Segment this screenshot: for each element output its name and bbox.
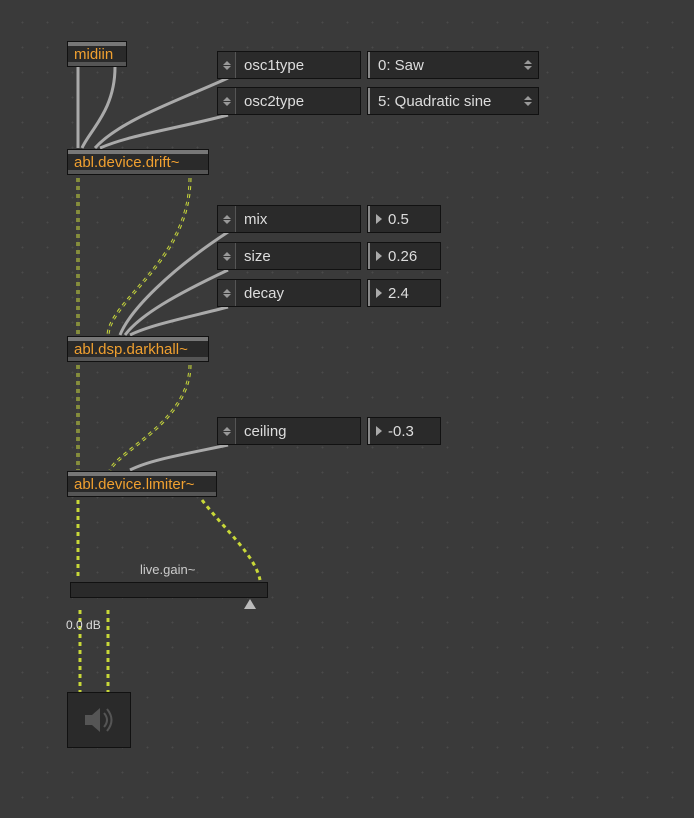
value-osc1type[interactable]: 0: Saw <box>368 52 538 78</box>
attr-osc2type[interactable]: osc2type <box>218 88 360 114</box>
gain-readout: 0.0 dB <box>66 618 101 632</box>
dropdown-icon <box>524 96 532 106</box>
value-text: 0.26 <box>388 248 427 265</box>
dropdown-icon <box>524 60 532 70</box>
speaker-icon <box>82 705 116 735</box>
attr-size[interactable]: size <box>218 243 360 269</box>
value-text: 5: Quadratic sine <box>378 93 491 110</box>
triangle-icon <box>376 251 382 261</box>
triangle-icon <box>376 426 382 436</box>
attr-osc1type[interactable]: osc1type <box>218 52 360 78</box>
limiter-object[interactable]: abl.device.limiter~ <box>68 472 216 496</box>
drift-object[interactable]: abl.device.drift~ <box>68 150 208 174</box>
value-text: 2.4 <box>388 285 419 302</box>
dac-object[interactable] <box>68 693 130 747</box>
attr-label: decay <box>236 280 336 306</box>
attr-label: size <box>236 243 336 269</box>
attr-label: osc1type <box>236 52 336 78</box>
triangle-icon <box>376 288 382 298</box>
live-gain-label: live.gain~ <box>140 562 195 577</box>
midiin-object[interactable]: midiin <box>68 42 126 66</box>
object-label: midiin <box>74 46 113 63</box>
value-decay[interactable]: 2.4 <box>368 280 440 306</box>
value-ceiling[interactable]: -0.3 <box>368 418 440 444</box>
spinner-icon[interactable] <box>218 280 236 306</box>
spinner-icon[interactable] <box>218 206 236 232</box>
triangle-icon <box>376 214 382 224</box>
value-size[interactable]: 0.26 <box>368 243 440 269</box>
attr-ceiling[interactable]: ceiling <box>218 418 360 444</box>
attr-label: osc2type <box>236 88 336 114</box>
attr-mix[interactable]: mix <box>218 206 360 232</box>
spinner-icon[interactable] <box>218 418 236 444</box>
object-label: abl.device.limiter~ <box>74 476 194 493</box>
darkhall-object[interactable]: abl.dsp.darkhall~ <box>68 337 208 361</box>
value-text: 0.5 <box>388 211 419 228</box>
spinner-icon[interactable] <box>218 243 236 269</box>
object-label: abl.device.drift~ <box>74 154 179 171</box>
spinner-icon[interactable] <box>218 52 236 78</box>
value-text: 0: Saw <box>378 57 424 74</box>
gain-slider-knob[interactable] <box>244 599 256 609</box>
attr-label: mix <box>236 206 336 232</box>
attr-decay[interactable]: decay <box>218 280 360 306</box>
object-label: abl.dsp.darkhall~ <box>74 341 188 358</box>
attr-label: ceiling <box>236 418 336 444</box>
value-osc2type[interactable]: 5: Quadratic sine <box>368 88 538 114</box>
spinner-icon[interactable] <box>218 88 236 114</box>
gain-slider[interactable] <box>70 582 268 598</box>
value-mix[interactable]: 0.5 <box>368 206 440 232</box>
value-text: -0.3 <box>388 423 424 440</box>
